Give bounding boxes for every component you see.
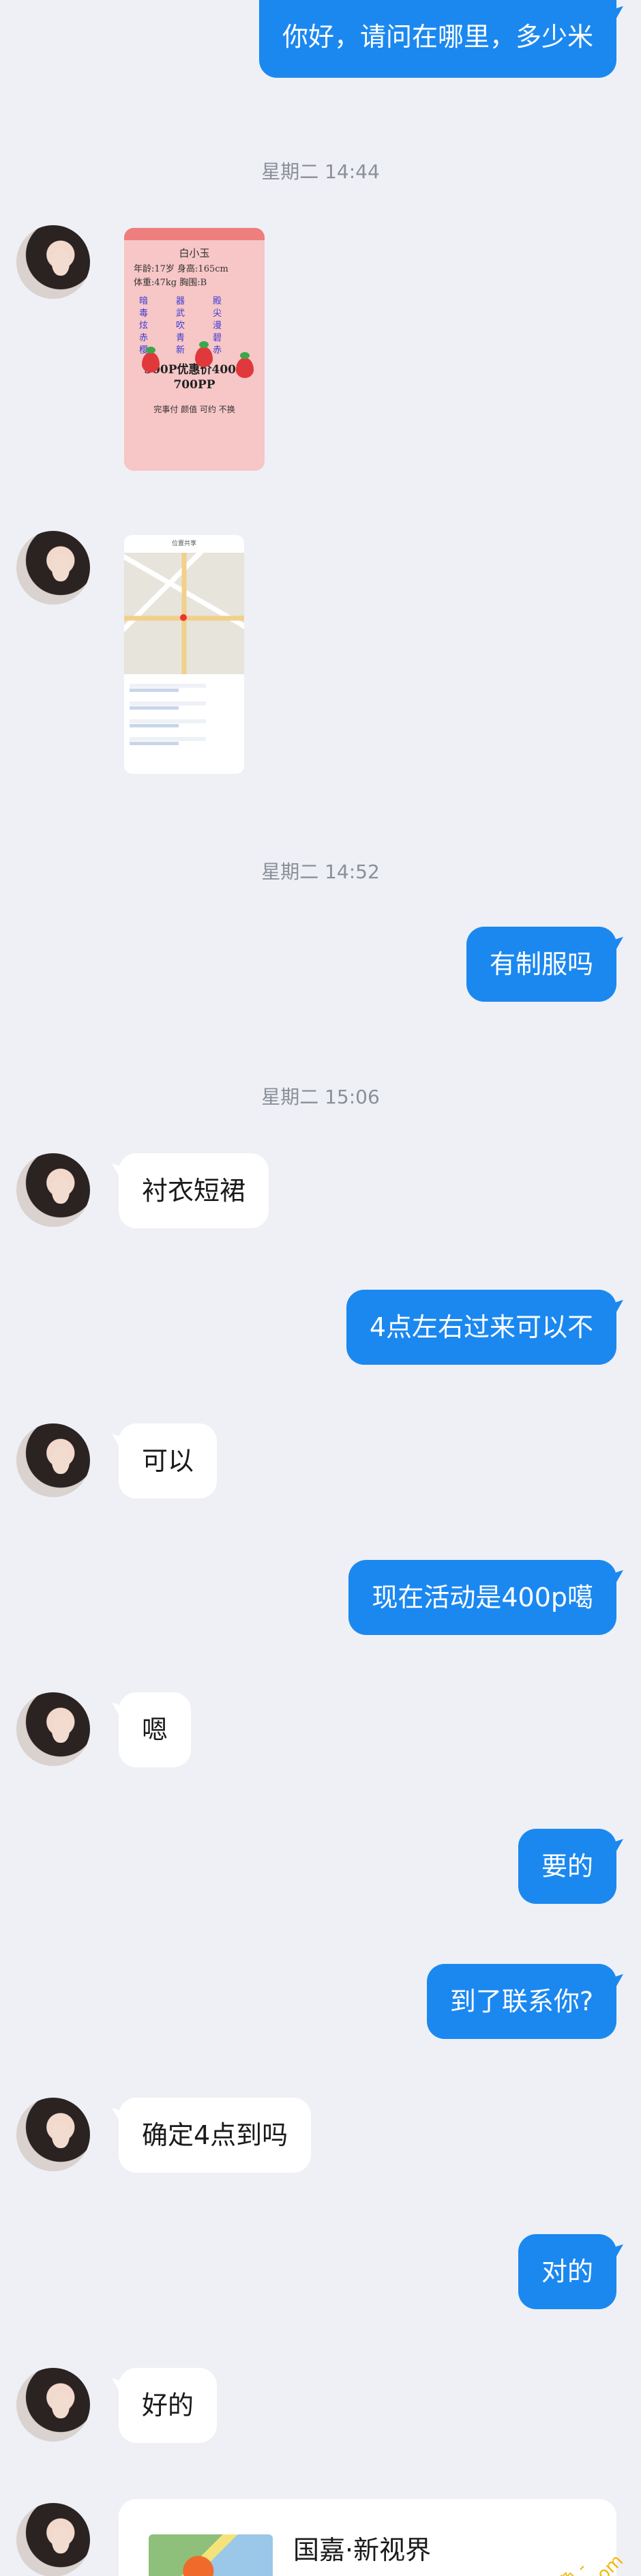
- grid-item: 碧: [213, 333, 222, 343]
- timestamp: 星期二 14:52: [261, 860, 380, 883]
- grid-item: 器: [176, 296, 185, 306]
- image-info: 年龄:17岁 身高:165cm 体重:47kg 胸围:B: [124, 260, 265, 293]
- image-name: 白小玉: [179, 247, 210, 259]
- grid-item: 炫: [139, 321, 149, 331]
- incoming-message[interactable]: 嗯: [119, 1692, 192, 1767]
- strawberry-icon: [142, 347, 160, 373]
- outgoing-message[interactable]: 有制服吗: [466, 927, 616, 1002]
- avatar[interactable]: [16, 1692, 90, 1766]
- avatar[interactable]: [16, 1423, 90, 1497]
- map-address-list: [124, 680, 244, 745]
- avatar[interactable]: [16, 2098, 90, 2171]
- location-message[interactable]: 国嘉·新视界: [119, 2499, 616, 2576]
- incoming-message[interactable]: 衬衣短裙: [119, 1153, 269, 1228]
- avatar[interactable]: [16, 531, 90, 605]
- timestamp: 星期二 14:44: [261, 160, 380, 183]
- outgoing-message[interactable]: 对的: [518, 2234, 616, 2309]
- outgoing-message[interactable]: 4点左右过来可以不: [346, 1290, 616, 1365]
- price-line: 700PP: [173, 378, 215, 392]
- map-address-row: [130, 715, 239, 727]
- grid-item: 尖: [213, 308, 222, 319]
- image-info-line: 年龄:17岁 身高:165cm: [134, 264, 228, 274]
- image-footer: 完事付 颜值 可约 不换: [153, 405, 235, 414]
- grid-item: 毒: [139, 308, 149, 319]
- grid-item: 武: [176, 308, 185, 319]
- outgoing-message[interactable]: 到了联系你?: [426, 1964, 616, 2039]
- strawberry-icon: [195, 341, 213, 367]
- map-image: [124, 553, 244, 674]
- map-address-row: [130, 697, 239, 710]
- strawberry-icon: [236, 352, 254, 378]
- image-info-line: 体重:47kg 胸围:B: [134, 278, 207, 288]
- map-screenshot-title: 位置共享: [171, 540, 196, 547]
- image-service-grid: 暗 器 殿 毒 武 尖 炫 吹 漫 赤 青 碧 樱 新 赤: [124, 293, 265, 360]
- location-title: 国嘉·新视界: [293, 2535, 432, 2565]
- timestamp: 星期二 15:06: [261, 1086, 380, 1108]
- incoming-message[interactable]: 确定4点到吗: [119, 2098, 312, 2173]
- image-header-band: [124, 228, 265, 240]
- map-screenshot-message[interactable]: 位置共享: [124, 535, 244, 774]
- avatar[interactable]: [16, 2503, 90, 2576]
- incoming-message[interactable]: 好的: [119, 2368, 218, 2443]
- map-address-row: [130, 733, 239, 745]
- image-message[interactable]: 白小玉 年龄:17岁 身高:165cm 体重:47kg 胸围:B 暗 器 殿 毒…: [124, 228, 265, 471]
- avatar[interactable]: [16, 2368, 90, 2442]
- avatar[interactable]: [16, 1153, 90, 1227]
- avatar[interactable]: [16, 225, 90, 299]
- map-pin-icon: [180, 614, 187, 621]
- grid-item: 吹: [176, 321, 185, 331]
- location-map-thumbnail: [149, 2534, 273, 2576]
- outgoing-message[interactable]: 你好，请问在哪里，多少米: [258, 0, 616, 78]
- grid-item: 漫: [213, 321, 222, 331]
- grid-item: 暗: [139, 296, 149, 306]
- outgoing-message[interactable]: 现在活动是400p噶: [348, 1560, 616, 1635]
- outgoing-message[interactable]: 要的: [518, 1829, 616, 1904]
- grid-item: 殿: [213, 296, 222, 306]
- grid-item: 赤: [139, 333, 149, 343]
- map-address-row: [130, 680, 239, 692]
- incoming-message[interactable]: 可以: [119, 1423, 218, 1499]
